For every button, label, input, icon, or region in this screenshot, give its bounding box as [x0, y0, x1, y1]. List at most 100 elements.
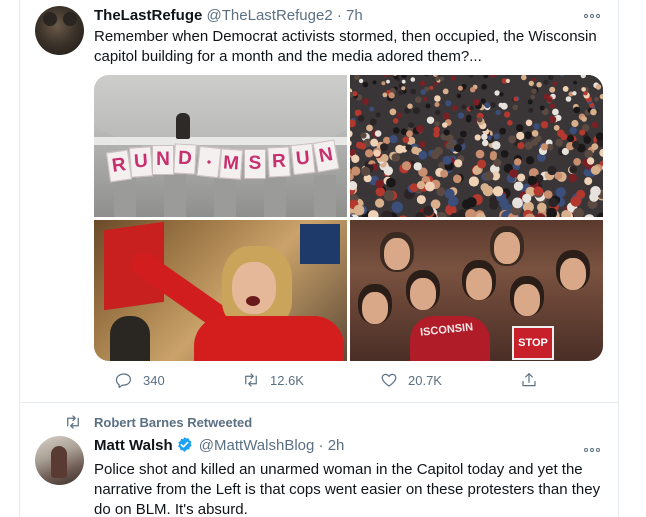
crowd-texture — [442, 155, 452, 165]
avatar[interactable] — [35, 6, 84, 55]
crowd-texture — [416, 181, 426, 190]
like-count: 20.7K — [408, 372, 442, 388]
crowd-texture — [439, 76, 445, 81]
crowd-texture — [494, 90, 500, 96]
crowd-texture — [493, 158, 502, 167]
display-name[interactable]: Matt Walsh — [94, 437, 173, 454]
share-button[interactable] — [520, 370, 538, 390]
crowd-texture — [517, 173, 526, 182]
crowd-texture — [443, 129, 450, 136]
tweet[interactable]: TheLastRefuge @TheLastRefuge2 · 7h Remem… — [20, 0, 618, 403]
crowd-texture — [555, 187, 566, 198]
crowd-texture — [569, 165, 578, 174]
stop-sign: STOP — [512, 326, 554, 360]
more-icon[interactable] — [582, 443, 602, 457]
reply-button[interactable]: 340 — [115, 370, 165, 390]
crowd-texture — [531, 88, 537, 94]
crowd-texture — [423, 205, 434, 216]
crowd-texture — [413, 162, 422, 171]
crowd-texture — [360, 132, 367, 139]
crowd-texture — [527, 99, 533, 105]
crowd-texture — [533, 186, 544, 196]
crowd-texture — [433, 126, 440, 133]
crowd-texture — [583, 136, 592, 144]
crowd-texture — [386, 177, 396, 188]
retweet-count: 12.6K — [270, 372, 304, 388]
crowd-texture — [362, 81, 369, 88]
crowd-texture — [533, 123, 540, 130]
crowd-texture — [525, 156, 535, 165]
display-name[interactable]: TheLastRefuge — [94, 7, 202, 24]
crowd-texture — [481, 83, 488, 90]
user-handle[interactable]: @MattWalshBlog — [199, 437, 315, 454]
crowd-texture — [539, 105, 545, 111]
photo-woman-shouting[interactable] — [94, 220, 347, 361]
crowd-texture — [569, 126, 577, 135]
more-icon[interactable] — [582, 9, 602, 23]
crowd-texture — [358, 78, 364, 84]
share-icon — [522, 373, 536, 387]
crowd-texture — [591, 143, 599, 150]
social-context[interactable]: Robert Barnes Retweeted — [64, 414, 252, 430]
crowd-texture — [389, 135, 398, 144]
crowd-texture — [549, 115, 557, 123]
crowd-texture — [481, 133, 488, 140]
crowd-texture — [442, 112, 450, 120]
crowd-texture — [370, 138, 379, 147]
crowd-texture — [444, 188, 455, 199]
crowd-texture — [553, 124, 560, 131]
crowd-texture — [536, 82, 542, 88]
crowd-texture — [434, 146, 443, 156]
photo-capitol-banner[interactable]: R U N D • M S R U N — [94, 75, 347, 217]
crowd-texture — [361, 166, 371, 176]
tweet-media-grid[interactable]: R U N D • M S R U N ISCONSIN STOP — [94, 75, 603, 361]
crowd-texture — [466, 197, 477, 208]
crowd-texture — [405, 144, 412, 151]
crowd-texture — [555, 138, 563, 147]
reply-count: 340 — [143, 372, 165, 388]
crowd-texture — [474, 134, 481, 141]
tweet-text: Police shot and killed an unarmed woman … — [94, 461, 601, 517]
crowd-texture — [408, 122, 415, 128]
crowd-texture — [365, 149, 374, 158]
avatar[interactable] — [35, 436, 84, 485]
crowd-texture — [512, 197, 523, 209]
verified-badge-icon — [177, 437, 192, 452]
crowd-texture — [500, 150, 509, 158]
crowd-texture — [372, 80, 377, 85]
timestamp[interactable]: 2h — [328, 437, 345, 454]
timestamp[interactable]: 7h — [346, 7, 363, 24]
retweet-button[interactable]: 12.6K — [242, 370, 304, 390]
crowd-texture — [375, 179, 384, 189]
crowd-texture — [442, 88, 449, 95]
crowd-texture — [524, 131, 533, 140]
crowd-texture — [475, 149, 485, 159]
crowd-texture — [391, 201, 403, 213]
crowd-texture — [571, 119, 579, 128]
like-button[interactable]: 20.7K — [380, 370, 442, 390]
crowd-texture — [508, 135, 517, 144]
crowd-texture — [465, 117, 472, 123]
crowd-texture — [419, 80, 426, 87]
crowd-texture — [434, 95, 441, 102]
crowd-texture — [382, 92, 388, 98]
crowd-texture — [573, 158, 581, 166]
crowd-texture — [565, 96, 572, 102]
user-handle[interactable]: @TheLastRefuge2 — [207, 7, 333, 24]
crowd-texture — [386, 79, 390, 84]
crowd-texture — [507, 120, 513, 126]
crowd-texture — [447, 197, 458, 207]
tweet-text: Remember when Democrat activists stormed… — [94, 28, 597, 65]
crowd-texture — [416, 125, 424, 133]
crowd-texture — [513, 96, 519, 102]
reply-icon — [115, 373, 131, 388]
crowd-texture — [514, 158, 522, 166]
crowd-texture — [383, 166, 393, 176]
crowd-texture — [442, 122, 448, 128]
crowd-texture — [562, 86, 569, 92]
crowd-texture — [576, 189, 586, 199]
tweet[interactable]: Robert Barnes Retweeted Matt Walsh @Matt… — [20, 404, 618, 517]
photo-protesters-chanting[interactable]: ISCONSIN STOP — [350, 220, 603, 361]
photo-crowd-rotunda[interactable] — [350, 75, 603, 217]
crowd-texture — [425, 103, 431, 109]
